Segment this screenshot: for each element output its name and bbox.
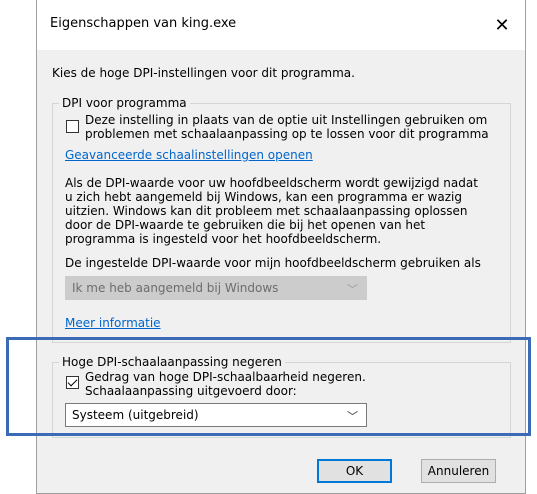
dpi-description-line5: programma is ingesteld voor het hoofdbee… (65, 232, 382, 246)
ok-button[interactable]: OK (317, 459, 392, 483)
window-title: Eigenschappen van king.exe (50, 16, 237, 31)
dpi-description-line3: uitzien. Windows kan dit probleem met sc… (65, 204, 468, 218)
more-info-link[interactable]: Meer informatie (65, 316, 161, 330)
dpi-source-select[interactable]: Ik me heb aangemeld bij Windows ﹀ (65, 276, 367, 300)
dpi-source-select-value: Ik me heb aangemeld bij Windows (72, 281, 279, 295)
override-dpi-label-line2: problemen met schaalaanpassing op te los… (85, 127, 489, 141)
advanced-scaling-link[interactable]: Geavanceerde schaalinstellingen openen (65, 148, 313, 162)
intro-text: Kies de hoge DPI-instellingen voor dit p… (52, 66, 355, 80)
override-dpi-checkbox[interactable] (66, 120, 79, 133)
dpi-description-line1: Als de DPI-waarde voor uw hoofdbeeldsche… (65, 176, 478, 190)
close-button[interactable]: ✕ (479, 0, 525, 50)
close-icon: ✕ (494, 14, 510, 36)
dpi-description-line4: door de DPI-waarde te gebruiken die bij … (65, 218, 426, 232)
highlight-rectangle (6, 337, 531, 436)
dpi-program-legend: DPI voor programma (59, 96, 190, 110)
dpi-description-line2: u zich hebt aangemeld bij Windows, kan e… (65, 190, 462, 204)
title-bar: Eigenschappen van king.exe ✕ (37, 0, 525, 50)
cancel-button[interactable]: Annuleren (421, 459, 496, 483)
use-dpi-label: De ingestelde DPI-waarde voor mijn hoofd… (65, 256, 481, 270)
override-dpi-label-line1: Deze instelling in plaats van de optie u… (85, 113, 488, 127)
chevron-down-icon: ﹀ (347, 283, 358, 296)
